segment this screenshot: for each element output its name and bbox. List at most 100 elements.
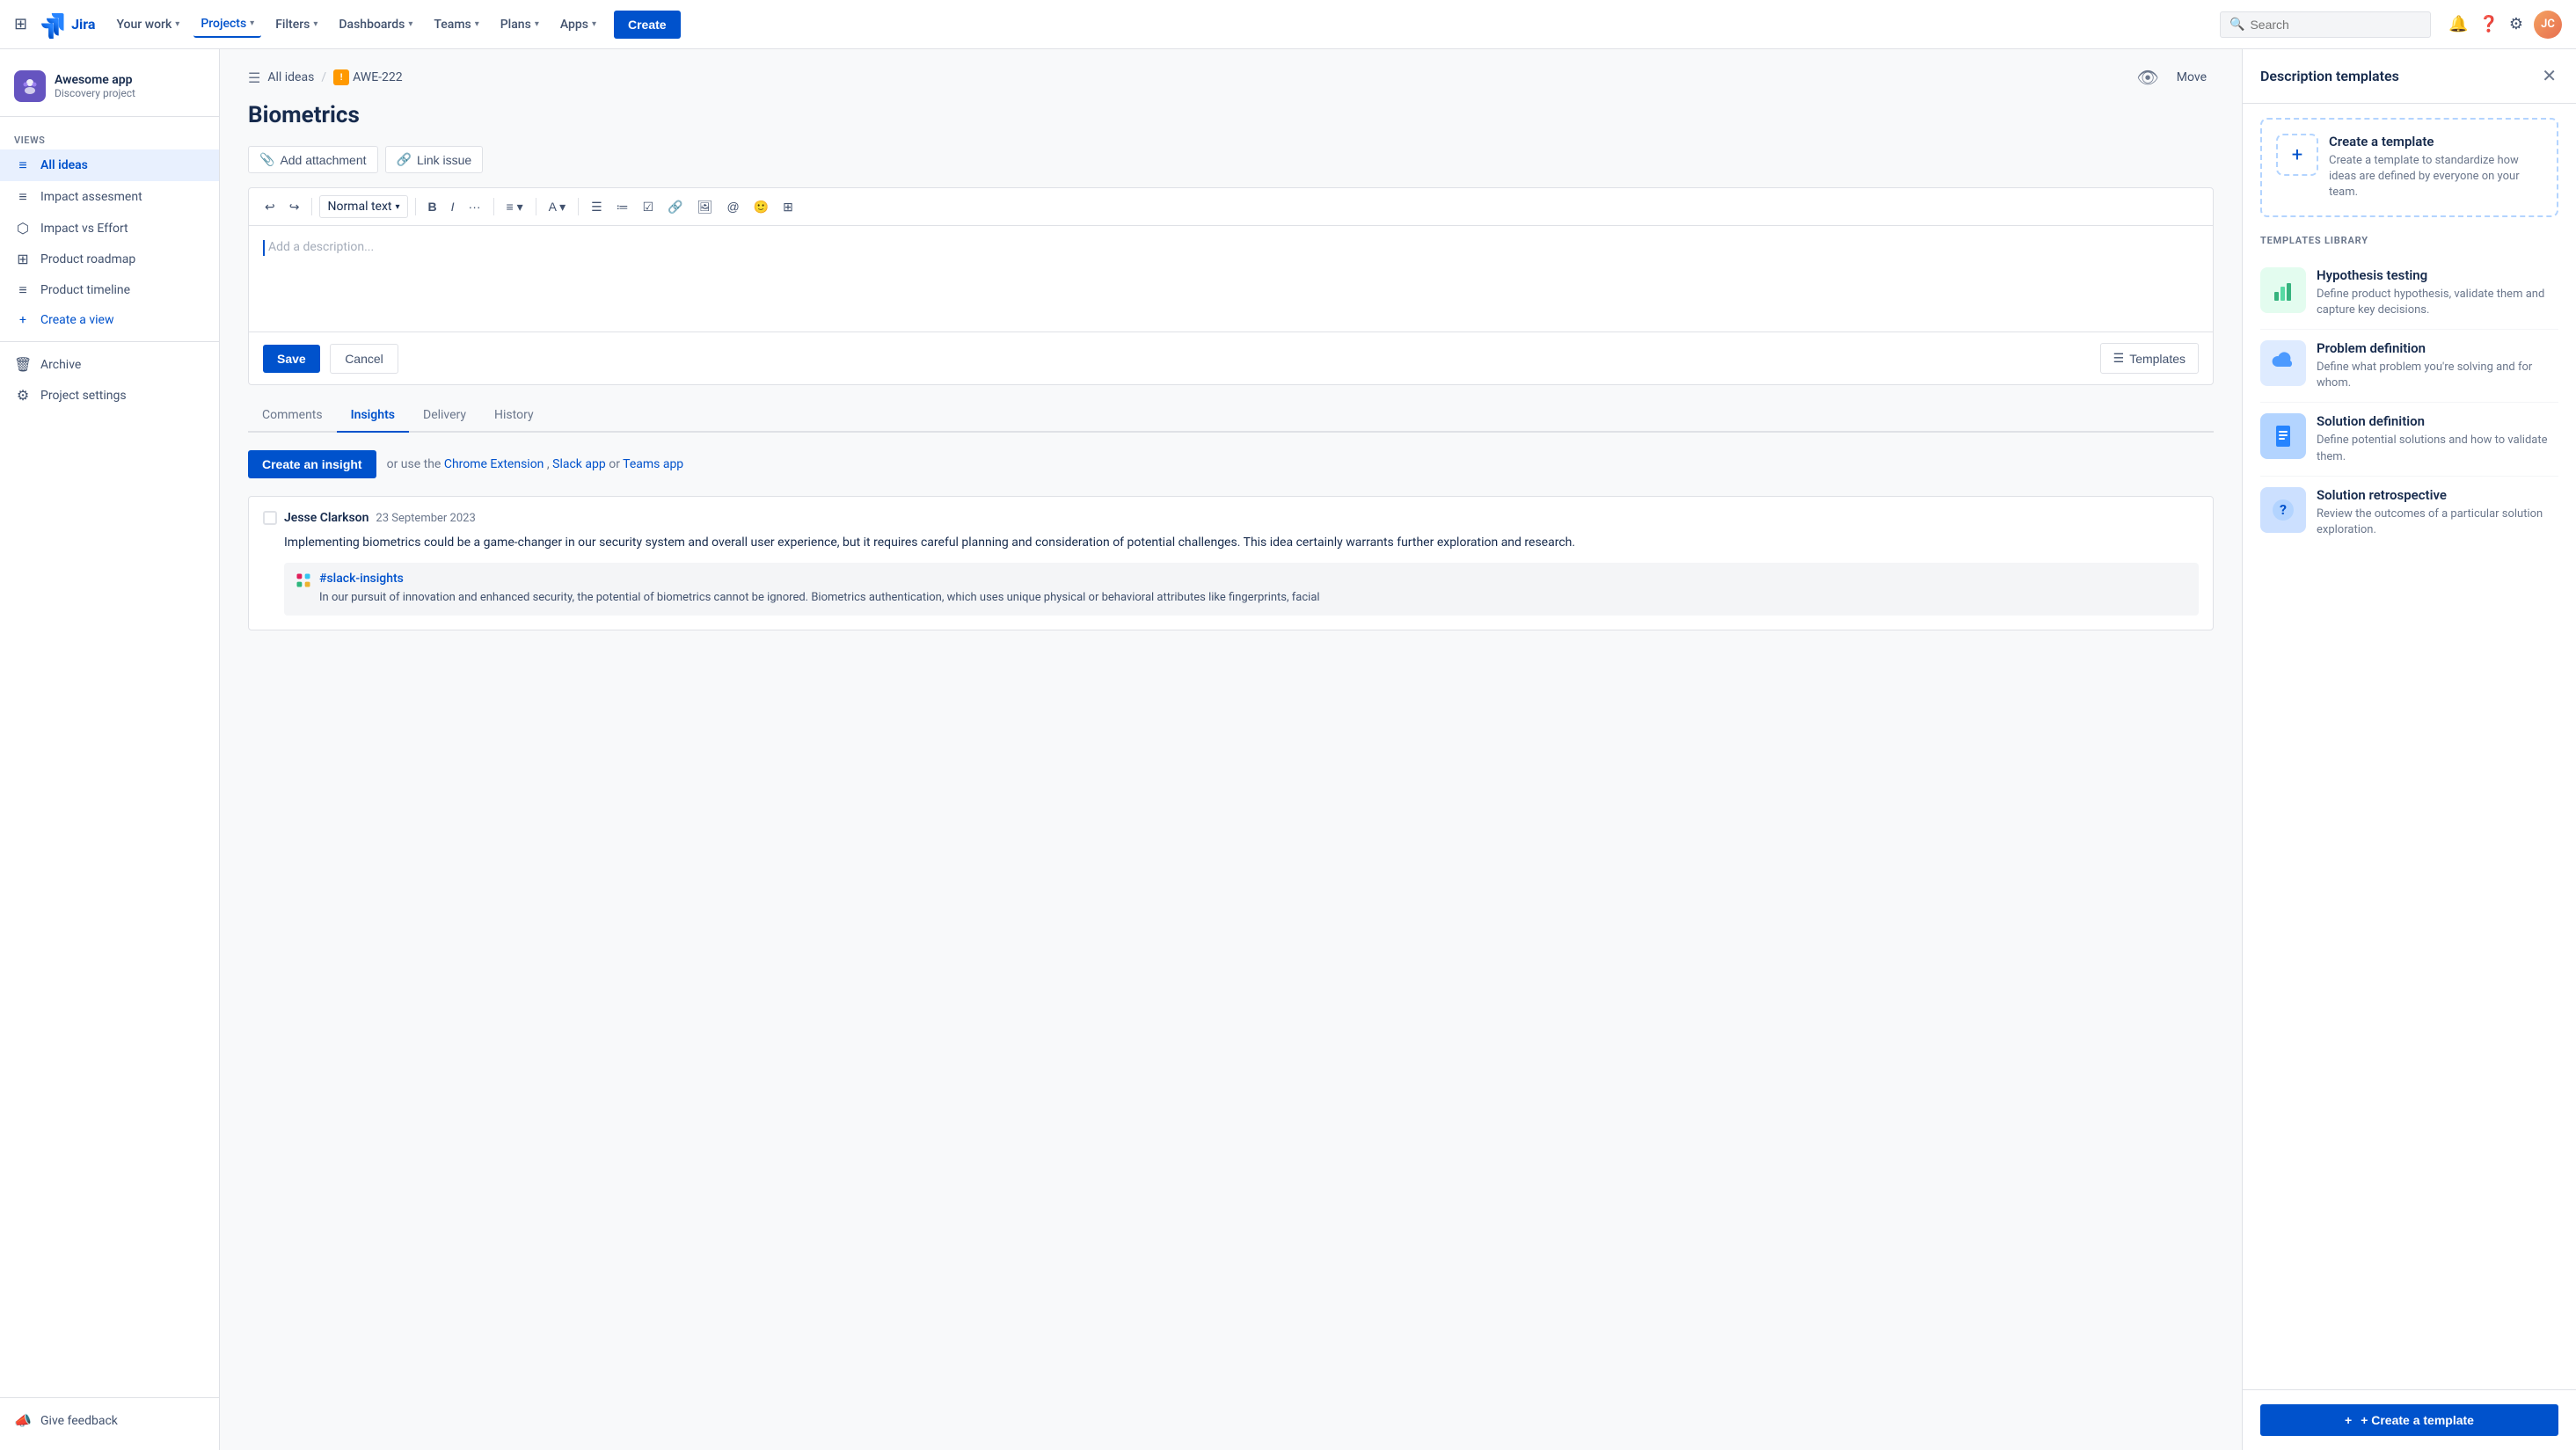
notifications-icon[interactable]: 🔔: [2448, 15, 2468, 33]
image-button[interactable]: 🖼: [692, 196, 719, 218]
insight-header: Jesse Clarkson 23 September 2023: [263, 511, 2199, 525]
search-input[interactable]: [2250, 18, 2421, 32]
project-avatar: [14, 70, 46, 102]
more-formatting-button[interactable]: ···: [463, 196, 486, 217]
templates-button[interactable]: ☰ Templates: [2100, 343, 2199, 374]
insight-or-use: or use the Chrome Extension , Slack app …: [387, 457, 684, 471]
bold-button[interactable]: B: [423, 196, 442, 217]
numbered-list-button[interactable]: ≔: [611, 196, 634, 218]
link-issue-button[interactable]: 🔗 Link issue: [385, 146, 484, 173]
settings-icon[interactable]: ⚙: [2509, 15, 2523, 33]
template-info-solution: Solution definition Define potential sol…: [2317, 413, 2558, 464]
text-color-button[interactable]: A ▾: [544, 196, 571, 218]
create-template-desc: Create a template to standardize how ide…: [2329, 153, 2543, 201]
editor-body[interactable]: Add a description...: [249, 226, 2213, 332]
align-button[interactable]: ≡ ▾: [501, 196, 529, 218]
template-item-solution-definition[interactable]: Solution definition Define potential sol…: [2260, 403, 2558, 476]
breadcrumb: ☰ All ideas / ! AWE-222 👁 Move: [248, 67, 2214, 88]
move-button[interactable]: Move: [2170, 67, 2214, 88]
watch-icon[interactable]: 👁: [2136, 67, 2158, 88]
nav-teams[interactable]: Teams ▾: [427, 12, 485, 37]
create-insight-button[interactable]: Create an insight: [248, 450, 376, 478]
editor-toolbar: ↩ ↪ Normal text ▾ B I ··· ≡ ▾ A ▾: [249, 188, 2213, 226]
emoji-button[interactable]: 🙂: [748, 196, 774, 218]
nav-dashboards[interactable]: Dashboards ▾: [332, 12, 420, 37]
nav-projects[interactable]: Projects ▾: [193, 11, 261, 38]
template-item-hypothesis-testing[interactable]: Hypothesis testing Define product hypoth…: [2260, 257, 2558, 330]
sidebar-divider: [0, 341, 219, 342]
solution-retrospective-icon: ?: [2260, 487, 2306, 533]
checkbox-button[interactable]: ☑: [638, 196, 660, 218]
redo-button[interactable]: ↪: [284, 196, 305, 218]
template-item-solution-retrospective[interactable]: ? Solution retrospective Review the outc…: [2260, 477, 2558, 549]
product-roadmap-icon: ⊞: [14, 251, 32, 267]
feedback-icon: 📣: [14, 1412, 32, 1429]
logo[interactable]: Jira: [38, 11, 95, 39]
nav-plans[interactable]: Plans ▾: [493, 12, 546, 37]
nav-filters[interactable]: Filters ▾: [268, 12, 325, 37]
sidebar-item-product-roadmap[interactable]: ⊞ Product roadmap: [0, 244, 219, 274]
tab-insights[interactable]: Insights: [337, 399, 409, 433]
template-item-problem-definition[interactable]: Problem definition Define what problem y…: [2260, 330, 2558, 403]
breadcrumb-all-ideas[interactable]: All ideas: [267, 70, 314, 84]
views-label: VIEWS: [0, 128, 219, 149]
solution-definition-icon: [2260, 413, 2306, 459]
bullet-list-button[interactable]: ☰: [586, 196, 608, 218]
add-attachment-button[interactable]: 📎 Add attachment: [248, 146, 378, 173]
template-info-problem: Problem definition Define what problem y…: [2317, 340, 2558, 391]
create-template-plus-icon: +: [2276, 134, 2318, 176]
sidebar-item-product-timeline[interactable]: ≡ Product timeline: [0, 274, 219, 306]
plans-chevron-icon: ▾: [535, 19, 539, 29]
create-view-plus-icon: +: [14, 313, 32, 327]
create-template-title: Create a template: [2329, 134, 2543, 149]
mention-button[interactable]: @: [721, 196, 744, 217]
action-bar: 📎 Add attachment 🔗 Link issue: [248, 146, 2214, 173]
tab-history[interactable]: History: [480, 399, 548, 433]
help-icon[interactable]: ❓: [2478, 15, 2498, 33]
sidebar-create-view[interactable]: + Create a view: [0, 306, 219, 334]
search-bar[interactable]: 🔍: [2220, 11, 2431, 38]
sidebar-project-settings[interactable]: ⚙ Project settings: [0, 380, 219, 411]
description-editor: ↩ ↪ Normal text ▾ B I ··· ≡ ▾ A ▾: [248, 187, 2214, 385]
undo-button[interactable]: ↩: [259, 196, 281, 218]
save-button[interactable]: Save: [263, 345, 320, 373]
create-template-full-button[interactable]: + + Create a template: [2260, 1404, 2558, 1436]
link-toolbar-button[interactable]: 🔗: [662, 196, 688, 218]
filters-chevron-icon: ▾: [313, 19, 317, 29]
editor-placeholder: Add a description...: [263, 240, 2199, 256]
panel-close-button[interactable]: ✕: [2540, 63, 2558, 89]
sidebar-item-impact-effort[interactable]: ⬡ Impact vs Effort: [0, 213, 219, 244]
text-format-select[interactable]: Normal text ▾: [319, 195, 407, 218]
italic-button[interactable]: I: [446, 196, 460, 217]
logo-text: Jira: [71, 16, 95, 33]
teams-app-link[interactable]: Teams app: [623, 457, 683, 471]
insight-checkbox[interactable]: [263, 511, 277, 525]
editor-save-actions: Save Cancel: [263, 344, 398, 374]
chrome-extension-link[interactable]: Chrome Extension: [444, 457, 544, 471]
sidebar-archive[interactable]: 🗑 Archive: [0, 349, 219, 380]
table-button[interactable]: ⊞: [777, 196, 799, 218]
toolbar-separator-5: [578, 198, 579, 215]
question-icon: ?: [2269, 496, 2297, 524]
cancel-button[interactable]: Cancel: [330, 344, 398, 374]
insight-source-tag[interactable]: #slack-insights: [319, 572, 2188, 586]
settings-gear-icon: ⚙: [14, 387, 32, 404]
sidebar-item-impact-assessment[interactable]: ≡ Impact assesment: [0, 181, 219, 213]
impact-effort-icon: ⬡: [14, 220, 32, 237]
create-template-card[interactable]: + Create a template Create a template to…: [2260, 118, 2558, 217]
tab-delivery[interactable]: Delivery: [409, 399, 480, 433]
grid-icon[interactable]: ⊞: [14, 15, 27, 33]
create-template-info: Create a template Create a template to s…: [2329, 134, 2543, 201]
user-avatar[interactable]: JC: [2534, 11, 2562, 39]
panel-body: + Create a template Create a template to…: [2243, 104, 2576, 1389]
nav-your-work[interactable]: Your work ▾: [109, 12, 186, 37]
sidebar-give-feedback[interactable]: 📣 Give feedback: [0, 1405, 219, 1436]
insight-item: Jesse Clarkson 23 September 2023 Impleme…: [248, 496, 2214, 630]
sidebar-item-all-ideas[interactable]: ≡ All ideas: [0, 149, 219, 181]
breadcrumb-menu-icon: ☰: [248, 69, 260, 86]
slack-app-link[interactable]: Slack app: [552, 457, 606, 471]
create-button[interactable]: Create: [614, 11, 681, 39]
nav-apps[interactable]: Apps ▾: [553, 12, 603, 37]
tab-comments[interactable]: Comments: [248, 399, 337, 433]
content-tabs: Comments Insights Delivery History: [248, 399, 2214, 433]
